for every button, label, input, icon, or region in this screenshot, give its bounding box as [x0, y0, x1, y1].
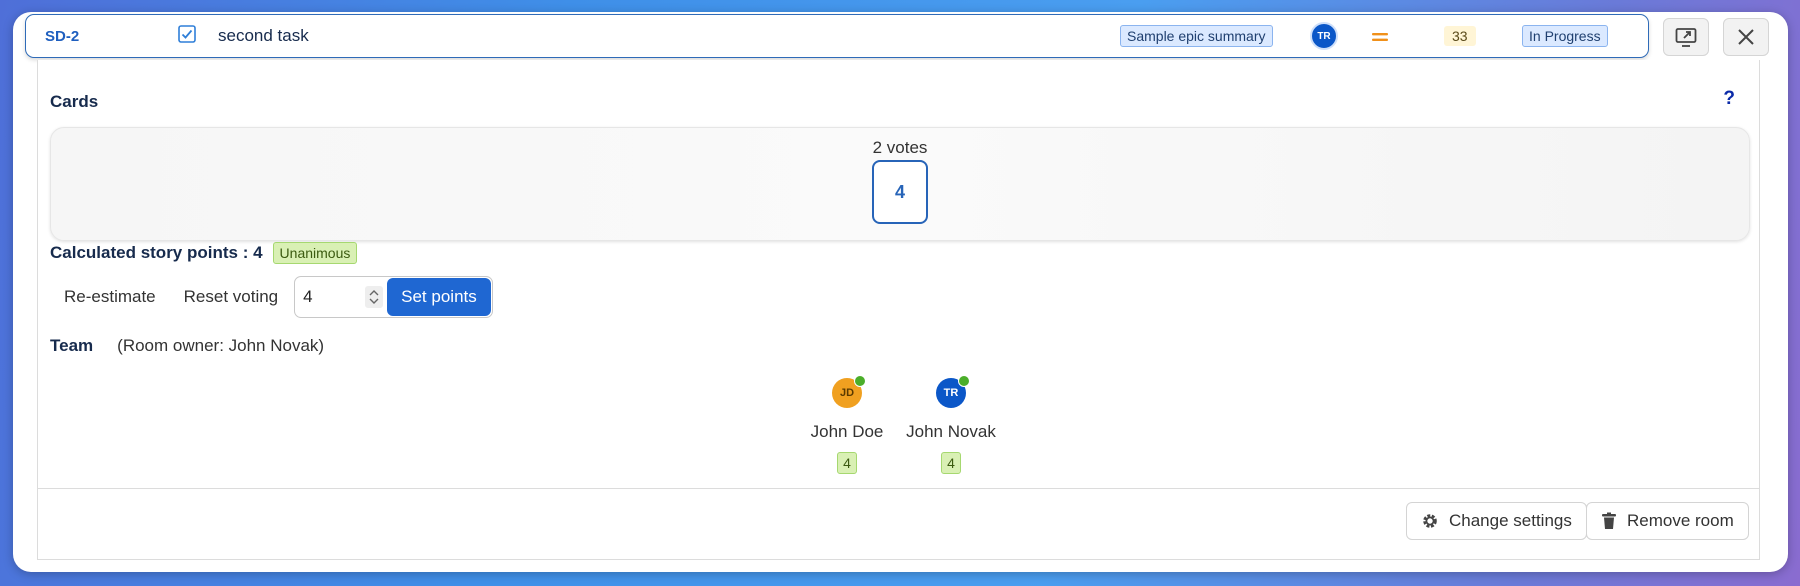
- vote-card[interactable]: 4: [872, 160, 928, 224]
- calculated-points-label: Calculated story points : 4: [50, 243, 263, 262]
- close-button[interactable]: [1723, 18, 1769, 56]
- priority-medium-icon: [1372, 33, 1388, 41]
- external-screen-icon: [1675, 28, 1697, 47]
- room-owner: (Room owner: John Novak): [117, 336, 325, 355]
- avatar: JD: [832, 375, 866, 408]
- member-name: John Doe: [810, 422, 884, 441]
- calculated-points-row: Calculated story points : 4 Unanimous: [50, 242, 358, 264]
- voted-check-icon: [854, 375, 866, 387]
- remove-room-label: Remove room: [1627, 511, 1734, 530]
- voted-check-icon: [958, 375, 970, 387]
- avatar-initials: TR: [943, 387, 959, 399]
- trash-icon: [1602, 512, 1616, 529]
- points-input-value: 4: [303, 287, 313, 306]
- set-points-button[interactable]: Set points: [387, 278, 491, 316]
- issue-key-link[interactable]: SD-2: [45, 28, 79, 45]
- issue-header[interactable]: SD-2 second task Sample epic summary TR …: [25, 14, 1649, 58]
- room-content: Cards ? 2 votes 4 Calculated story point…: [37, 60, 1760, 560]
- team-member: JD John Doe 4: [797, 375, 897, 474]
- close-icon: [1738, 29, 1754, 45]
- cards-section-title: Cards: [50, 92, 99, 111]
- member-vote: 4: [941, 452, 961, 474]
- open-external-button[interactable]: [1663, 18, 1709, 56]
- cards-area: 2 votes 4: [50, 127, 1750, 241]
- reestimate-button[interactable]: Re-estimate: [50, 287, 170, 307]
- member-name: John Novak: [906, 422, 996, 441]
- reset-voting-button[interactable]: Reset voting: [170, 287, 293, 307]
- footer-divider: [38, 488, 1759, 489]
- remove-room-button[interactable]: Remove room: [1586, 502, 1749, 540]
- avatar: TR: [936, 375, 970, 408]
- team-header: Team (Room owner: John Novak): [50, 336, 324, 356]
- points-input-group: 4 Set points: [294, 276, 493, 318]
- change-settings-button[interactable]: Change settings: [1406, 502, 1587, 540]
- change-settings-label: Change settings: [1449, 511, 1572, 530]
- issue-summary: second task: [218, 26, 309, 45]
- team-member: TR John Novak 4: [901, 375, 1001, 474]
- voting-actions: Re-estimate Reset voting 4 Set points: [50, 276, 493, 318]
- votes-count: 2 votes: [872, 138, 928, 157]
- status-badge: In Progress: [1522, 25, 1608, 47]
- story-points-badge: 33: [1444, 26, 1476, 46]
- task-type-icon: [178, 25, 196, 43]
- points-input[interactable]: 4: [295, 278, 387, 316]
- member-vote: 4: [837, 452, 857, 474]
- stepper-arrows-icon[interactable]: [365, 286, 384, 308]
- epic-lozenge: Sample epic summary: [1120, 25, 1273, 47]
- gear-icon: [1423, 514, 1437, 528]
- avatar-initials: JD: [839, 387, 855, 399]
- help-icon[interactable]: ?: [1723, 88, 1735, 110]
- team-label: Team: [50, 336, 94, 355]
- unanimous-badge: Unanimous: [272, 242, 358, 264]
- assignee-avatar: TR: [1310, 22, 1338, 50]
